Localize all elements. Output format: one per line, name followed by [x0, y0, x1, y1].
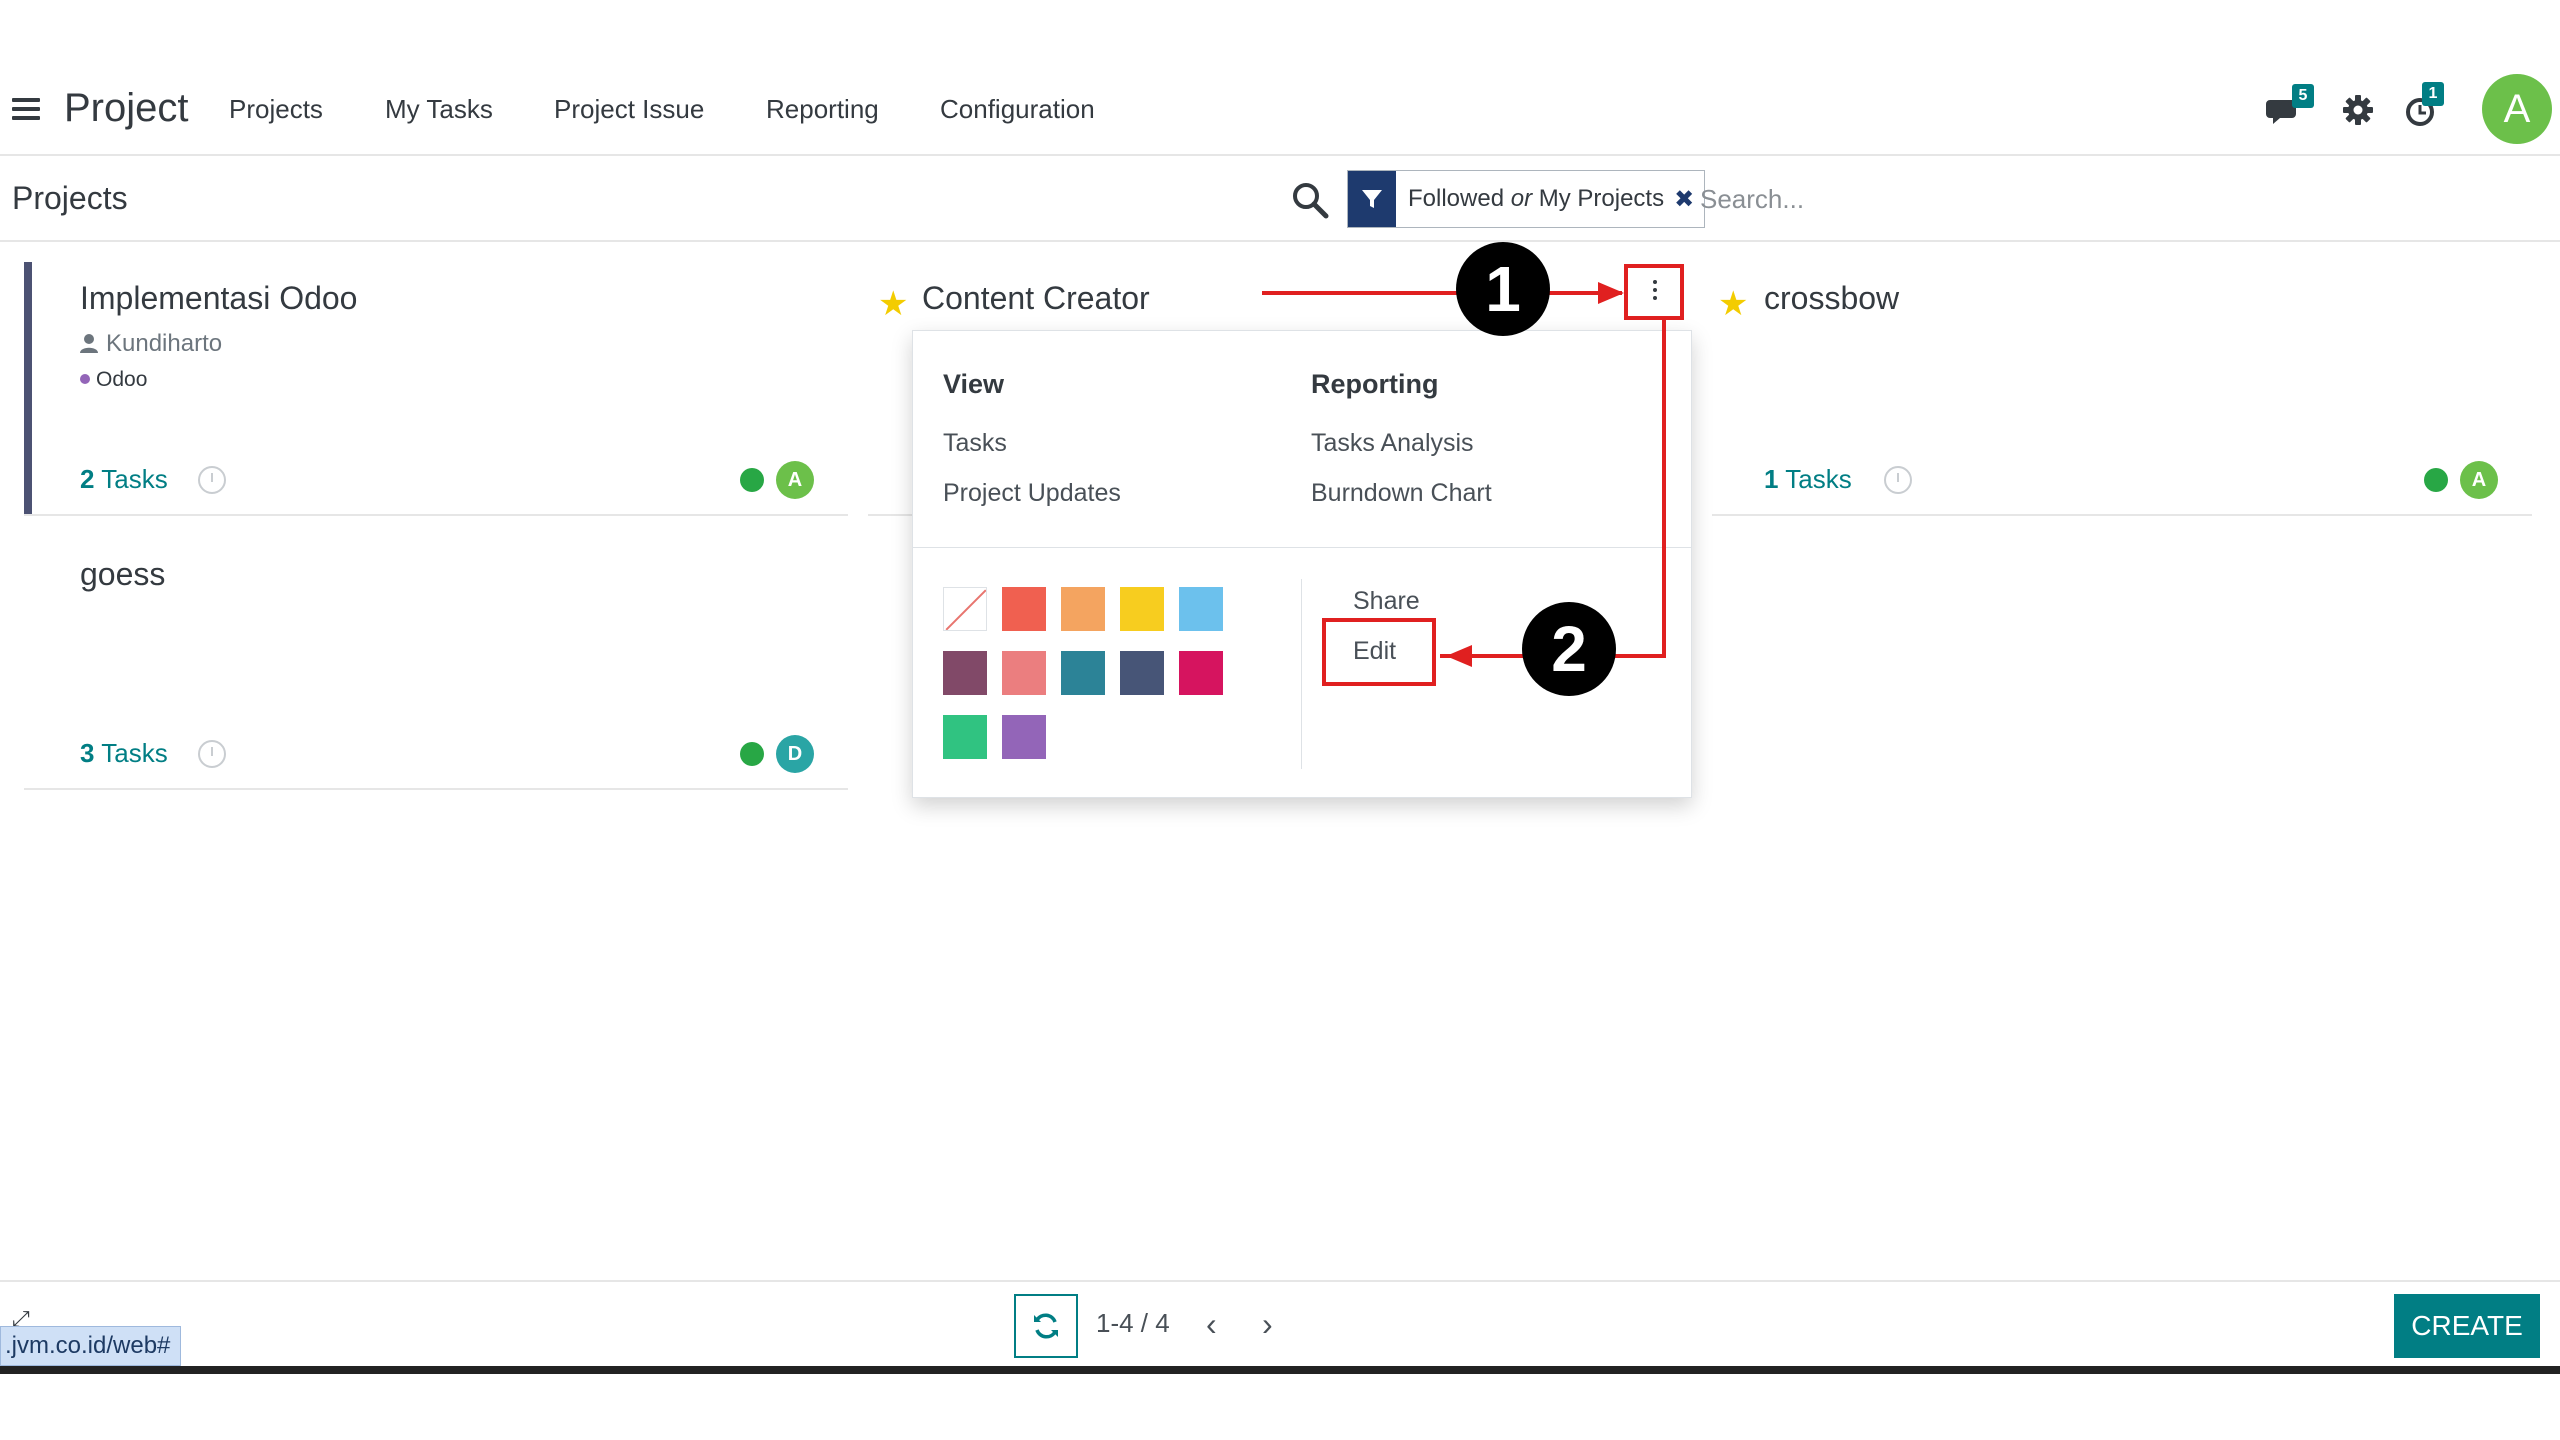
user-avatar[interactable]: A [2482, 74, 2552, 144]
annotation-arrow-2-seg2 [1476, 654, 1500, 658]
card-color-bar [24, 262, 32, 514]
menu-icon[interactable] [12, 98, 40, 122]
facet-label: Followed or My Projects [1408, 185, 1665, 212]
color-swatch-none[interactable] [943, 587, 987, 631]
project-card-crossbow[interactable]: ★ crossbow 1 Tasks A [1712, 262, 2532, 516]
clock-icon [198, 740, 226, 768]
menu-item-configuration[interactable]: Configuration [940, 94, 1095, 125]
tasks-link[interactable]: 2 Tasks [80, 464, 168, 495]
project-card-goess[interactable]: goess 3 Tasks D [24, 536, 848, 790]
pager-value[interactable]: 1-4 / 4 [1096, 1308, 1170, 1339]
menu-item-my-tasks[interactable]: My Tasks [385, 94, 493, 125]
color-swatch[interactable] [1120, 587, 1164, 631]
clock-icon [1884, 466, 1912, 494]
reload-button[interactable] [1014, 1294, 1078, 1358]
menu-item-reporting[interactable]: Reporting [766, 94, 879, 125]
tag-dot-icon [80, 374, 90, 384]
top-navbar: Project Projects My Tasks Project Issue … [0, 68, 2560, 156]
user-icon [80, 334, 98, 353]
avatar[interactable]: A [776, 461, 814, 499]
dropdown-view-header: View [943, 369, 1005, 399]
project-manager: Kundiharto [80, 330, 222, 358]
app-title[interactable]: Project [64, 86, 189, 131]
project-name: Implementasi Odoo [80, 280, 358, 316]
dropdown-divider [913, 547, 1691, 548]
project-card-implementasi-odoo[interactable]: Implementasi Odoo Kundiharto Odoo 2 Task… [24, 262, 848, 516]
color-swatch[interactable] [1179, 587, 1223, 631]
create-button[interactable]: CREATE [2394, 1294, 2540, 1358]
avatar[interactable]: A [2460, 461, 2498, 499]
annotation-line-2-vertical [1662, 320, 1666, 658]
step-1-badge: 1 [1456, 242, 1550, 336]
tasks-link[interactable]: 1 Tasks [1764, 464, 1852, 495]
color-swatch[interactable] [1061, 651, 1105, 695]
color-swatch[interactable] [943, 651, 987, 695]
dropdown-item-share[interactable]: Share [1353, 587, 1420, 616]
taskbar-strip [0, 1366, 2560, 1374]
color-swatch[interactable] [1002, 715, 1046, 759]
clock-icon [198, 466, 226, 494]
avatar[interactable]: D [776, 735, 814, 773]
edit-highlight-box [1322, 618, 1436, 686]
activities-badge: 1 [2422, 82, 2444, 106]
bottom-pager-bar: 1-4 / 4 ‹ › CREATE [0, 1280, 2560, 1366]
status-dot[interactable] [740, 468, 764, 492]
menu-item-project-issue[interactable]: Project Issue [554, 94, 704, 125]
project-tag[interactable]: Odoo [80, 368, 147, 392]
annotation-arrow-1-head [1598, 282, 1624, 304]
card-dropdown-menu: View Tasks Project Updates Reporting Tas… [912, 330, 1692, 798]
color-swatch[interactable] [1179, 651, 1223, 695]
dropdown-item-project-updates[interactable]: Project Updates [943, 479, 1121, 508]
status-dot[interactable] [2424, 468, 2448, 492]
pager-next-icon[interactable]: › [1262, 1306, 1273, 1343]
search-input[interactable] [1700, 172, 2520, 226]
search-facet: Followed or My Projects ✖ [1347, 170, 1706, 228]
color-swatch[interactable] [1002, 587, 1046, 631]
messages-badge: 5 [2292, 84, 2314, 108]
card-dropdown-toggle[interactable] [1624, 264, 1684, 320]
color-swatch[interactable] [943, 715, 987, 759]
project-name: Content Creator [922, 280, 1150, 316]
dropdown-item-burndown-chart[interactable]: Burndown Chart [1311, 479, 1492, 508]
favorite-star-icon[interactable]: ★ [878, 284, 908, 324]
gear-icon[interactable] [2338, 90, 2378, 130]
dropdown-divider-vertical [1301, 579, 1302, 769]
color-swatch[interactable] [1061, 587, 1105, 631]
filter-icon [1348, 171, 1396, 227]
menu-item-projects[interactable]: Projects [229, 94, 323, 125]
step-2-badge: 2 [1522, 602, 1616, 696]
dropdown-item-tasks[interactable]: Tasks [943, 429, 1007, 458]
project-name: goess [80, 556, 166, 592]
annotation-arrow-2-head [1446, 645, 1472, 667]
color-swatch[interactable] [1120, 651, 1164, 695]
status-dot[interactable] [740, 742, 764, 766]
refresh-icon [1034, 1313, 1058, 1339]
color-swatch[interactable] [1002, 651, 1046, 695]
favorite-star-icon[interactable]: ★ [1718, 284, 1748, 324]
annotation-arrow-1 [1262, 291, 1622, 295]
tasks-link[interactable]: 3 Tasks [80, 738, 168, 769]
control-panel: Projects Followed or My Projects ✖ [0, 158, 2560, 242]
dropdown-reporting-header: Reporting [1311, 369, 1439, 399]
dropdown-item-tasks-analysis[interactable]: Tasks Analysis [1311, 429, 1474, 458]
project-name: crossbow [1764, 280, 1900, 316]
search-icon[interactable] [1290, 180, 1330, 220]
status-url-tooltip: .jvm.co.id/web# [0, 1326, 182, 1366]
breadcrumb: Projects [12, 180, 128, 216]
pager-previous-icon[interactable]: ‹ [1206, 1306, 1217, 1343]
